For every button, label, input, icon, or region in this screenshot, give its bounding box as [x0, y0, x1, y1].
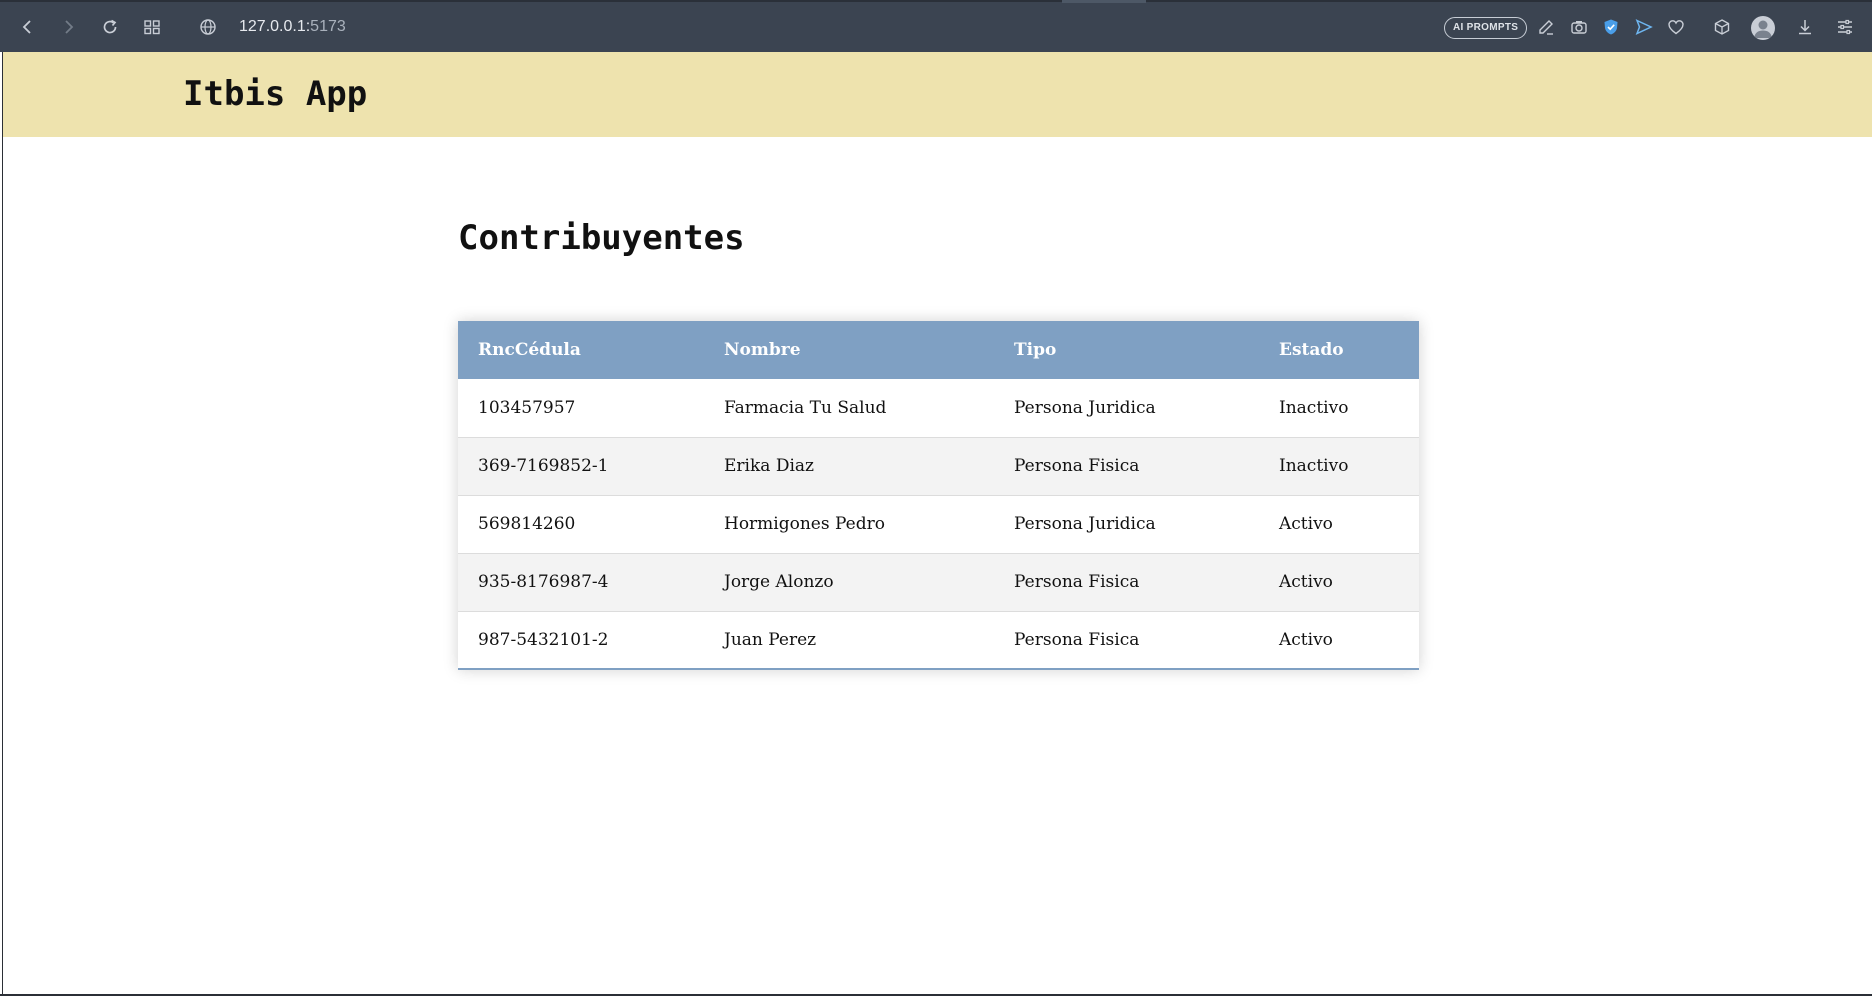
browser-toolbar: 127.0.0.1:5173 AI PROMPTS — [0, 0, 1872, 52]
page-content: Itbis App Contribuyentes RncCédula Nombr… — [2, 52, 1872, 996]
shield-icon[interactable] — [1600, 16, 1622, 38]
cell-nombre: Jorge Alonzo — [704, 553, 994, 612]
url-port: 5173 — [310, 18, 346, 35]
address-bar[interactable]: 127.0.0.1:5173 — [239, 18, 346, 36]
table-header-row: RncCédula Nombre Tipo Estado — [458, 321, 1419, 379]
cell-nombre: Farmacia Tu Salud — [704, 379, 994, 438]
cell-rnc: 935-8176987-4 — [458, 553, 704, 612]
cell-tipo: Persona Juridica — [994, 495, 1259, 554]
camera-icon[interactable] — [1568, 16, 1590, 38]
table-row: 987-5432101-2 Juan Perez Persona Fisica … — [458, 611, 1419, 670]
send-icon[interactable] — [1633, 16, 1655, 38]
forward-icon[interactable] — [54, 13, 82, 41]
heart-icon[interactable] — [1665, 16, 1687, 38]
table-row: 369-7169852-1 Erika Diaz Persona Fisica … — [458, 437, 1419, 496]
cell-estado: Activo — [1259, 553, 1419, 612]
cell-tipo: Persona Fisica — [994, 553, 1259, 612]
download-icon[interactable] — [1794, 16, 1816, 38]
column-header-tipo: Tipo — [994, 321, 1259, 379]
column-header-rnc: RncCédula — [458, 321, 704, 379]
page-title: Contribuyentes — [458, 218, 745, 258]
url-host: 127.0.0.1: — [239, 18, 311, 35]
column-header-nombre: Nombre — [704, 321, 994, 379]
cell-rnc: 987-5432101-2 — [458, 611, 704, 670]
table-row: 569814260 Hormigones Pedro Persona Jurid… — [458, 495, 1419, 554]
box-icon[interactable] — [1711, 16, 1733, 38]
cell-nombre: Juan Perez — [704, 611, 994, 670]
cell-tipo: Persona Fisica — [994, 611, 1259, 670]
cell-estado: Activo — [1259, 495, 1419, 554]
app-title: Itbis App — [183, 74, 368, 114]
settings-sliders-icon[interactable] — [1834, 16, 1856, 38]
cell-estado: Inactivo — [1259, 379, 1419, 438]
cell-tipo: Persona Fisica — [994, 437, 1259, 496]
column-header-estado: Estado — [1259, 321, 1419, 379]
avatar-icon[interactable] — [1751, 16, 1775, 40]
cell-rnc: 569814260 — [458, 495, 704, 554]
back-icon[interactable] — [14, 13, 42, 41]
cell-estado: Activo — [1259, 611, 1419, 670]
cell-estado: Inactivo — [1259, 437, 1419, 496]
active-tab-indicator — [1062, 0, 1146, 3]
table-row: 935-8176987-4 Jorge Alonzo Persona Fisic… — [458, 553, 1419, 612]
app-header: Itbis App — [3, 52, 1872, 137]
contribuyentes-table: RncCédula Nombre Tipo Estado 103457957 F… — [458, 321, 1419, 670]
globe-icon — [194, 13, 222, 41]
cell-nombre: Hormigones Pedro — [704, 495, 994, 554]
edit-icon[interactable] — [1535, 16, 1557, 38]
tab-grid-icon[interactable] — [138, 13, 166, 41]
cell-rnc: 103457957 — [458, 379, 704, 438]
cell-nombre: Erika Diaz — [704, 437, 994, 496]
ai-prompts-button[interactable]: AI PROMPTS — [1444, 17, 1528, 39]
table-row: 103457957 Farmacia Tu Salud Persona Juri… — [458, 379, 1419, 438]
reload-icon[interactable] — [96, 13, 124, 41]
cell-tipo: Persona Juridica — [994, 379, 1259, 438]
cell-rnc: 369-7169852-1 — [458, 437, 704, 496]
